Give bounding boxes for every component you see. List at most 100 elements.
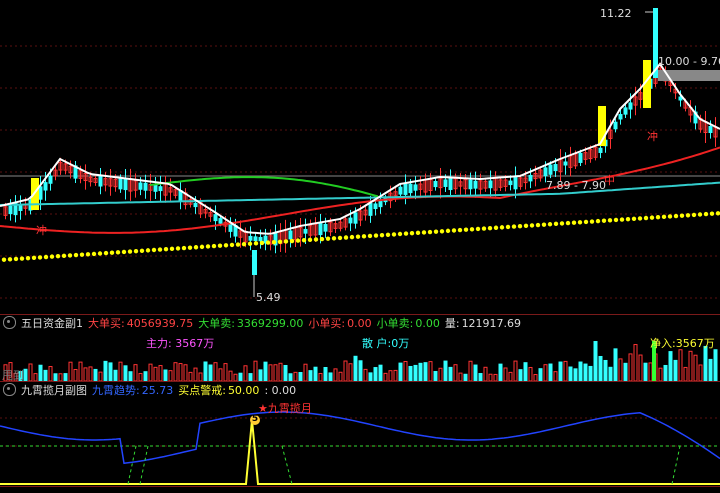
volume-bar	[488, 373, 493, 381]
volume-bar	[693, 354, 698, 381]
ma-long-dot	[295, 238, 301, 243]
volume-bar	[593, 341, 598, 381]
volume-bar	[318, 372, 323, 381]
low-price-label: 5.49	[256, 291, 281, 304]
ma-long-dot	[157, 247, 163, 252]
candle-body	[288, 230, 293, 240]
ma-long-dot	[205, 244, 211, 249]
ma-long-dot	[355, 234, 361, 239]
volume-bar	[423, 362, 428, 381]
signal-label: ★九霄揽月	[258, 402, 312, 415]
gear-icon[interactable]	[3, 383, 16, 396]
ma-long-dot	[259, 240, 265, 246]
volume-bar	[108, 362, 113, 381]
candle-body	[48, 175, 53, 184]
ma-long-dot	[31, 255, 37, 260]
volume-bar	[413, 364, 418, 381]
volume-bar	[43, 369, 48, 381]
volume-bar	[263, 361, 268, 381]
volume-bar	[73, 368, 78, 381]
volume-bar	[398, 362, 403, 381]
volume-bar	[88, 366, 93, 381]
ma-long-dot	[271, 239, 277, 245]
ma-long-dot	[541, 222, 547, 227]
ma-long-dot	[715, 211, 720, 216]
indicator1-title[interactable]: 五日资金副1	[21, 317, 83, 330]
ma-long-dot	[343, 235, 349, 240]
indicator2-title[interactable]: 九霄揽月副图	[21, 384, 87, 397]
volume-bar	[403, 360, 408, 381]
volume-bar	[428, 361, 433, 381]
ma-long-dot	[139, 248, 145, 253]
volume-bar	[518, 369, 523, 381]
ma-long-dot	[679, 213, 685, 218]
volume-bar	[248, 373, 253, 381]
volume-bar	[38, 364, 43, 381]
ma-long-dot	[643, 215, 649, 221]
ma-long-dot	[235, 242, 241, 247]
ma-long-dot	[499, 225, 505, 230]
ind1-value-2: 0.00	[347, 317, 372, 330]
ind2-value-1: 50.00	[227, 384, 260, 397]
volume-bar	[288, 373, 293, 381]
volume-bar	[303, 363, 308, 381]
volume-bar	[643, 362, 648, 381]
candle-body	[578, 152, 583, 163]
volume-bar	[508, 371, 513, 381]
ind2-label-0: 九霄趋势:	[92, 384, 140, 397]
volume-bar	[438, 367, 443, 381]
ma-long-dot	[409, 231, 415, 236]
ma-long-dot	[553, 221, 559, 227]
ma-long-dot	[289, 238, 295, 244]
volume-bar	[218, 368, 223, 381]
volume-bar	[198, 372, 203, 381]
ma-long-dot	[19, 256, 25, 261]
ma-long-dot	[163, 247, 169, 252]
ma-long-dot	[445, 228, 451, 234]
volume-bar	[503, 367, 508, 381]
volume-bar	[683, 366, 688, 381]
candle-body	[553, 164, 558, 172]
volume-bar	[703, 345, 708, 381]
ma-long-dot	[61, 253, 67, 259]
ma-long-dot	[439, 229, 445, 234]
volume-bar	[48, 366, 53, 381]
candle-body	[143, 182, 148, 191]
ma-long-dot	[67, 253, 73, 258]
candlestick-chart[interactable]: 11.22 5.49 10.00 - 9.76 7.89 - 7.90 冲 冲 …	[0, 0, 720, 314]
volume-bar	[573, 368, 578, 381]
ma-long-dot	[49, 254, 55, 259]
fund-flow-chart[interactable]: 主力: 3567万 散 户:0万 净入:3567万 甩到	[0, 331, 720, 382]
ma-long-dot	[187, 245, 193, 250]
volume-bar	[58, 373, 63, 381]
volume-bar	[213, 362, 218, 381]
ma-long-dot	[241, 241, 247, 247]
volume-bar	[588, 365, 593, 381]
ma-long-dot	[385, 232, 391, 237]
ma-long-dot	[181, 245, 187, 251]
candle-body	[488, 180, 493, 189]
oscillator-chart[interactable]: ★九霄揽月 5	[0, 398, 720, 486]
ma-long-dot	[649, 215, 655, 220]
ma-long-dot	[37, 255, 43, 260]
ma-long-dot	[7, 257, 13, 262]
volume-bar	[648, 362, 653, 381]
volume-bar	[473, 364, 478, 381]
ma-long-dot	[391, 232, 397, 237]
ind2-value-2: : 0.00	[264, 384, 297, 397]
range-label-upper: 10.00 - 9.76	[658, 55, 720, 68]
fund-flow-canvas[interactable]	[0, 331, 720, 381]
oscillator-canvas[interactable]	[0, 398, 720, 486]
volume-bar	[123, 365, 128, 381]
candle-body	[613, 121, 618, 130]
ma-long-dot	[103, 250, 109, 256]
volume-bar	[708, 358, 713, 381]
volume-bar	[568, 366, 573, 381]
volume-bar	[128, 371, 133, 381]
ma-long-dot	[535, 222, 541, 228]
volume-bar	[153, 366, 158, 381]
gear-icon[interactable]	[3, 316, 16, 329]
volume-bar	[388, 370, 393, 381]
price-chart-canvas[interactable]	[0, 0, 720, 314]
volume-bar	[678, 349, 683, 381]
